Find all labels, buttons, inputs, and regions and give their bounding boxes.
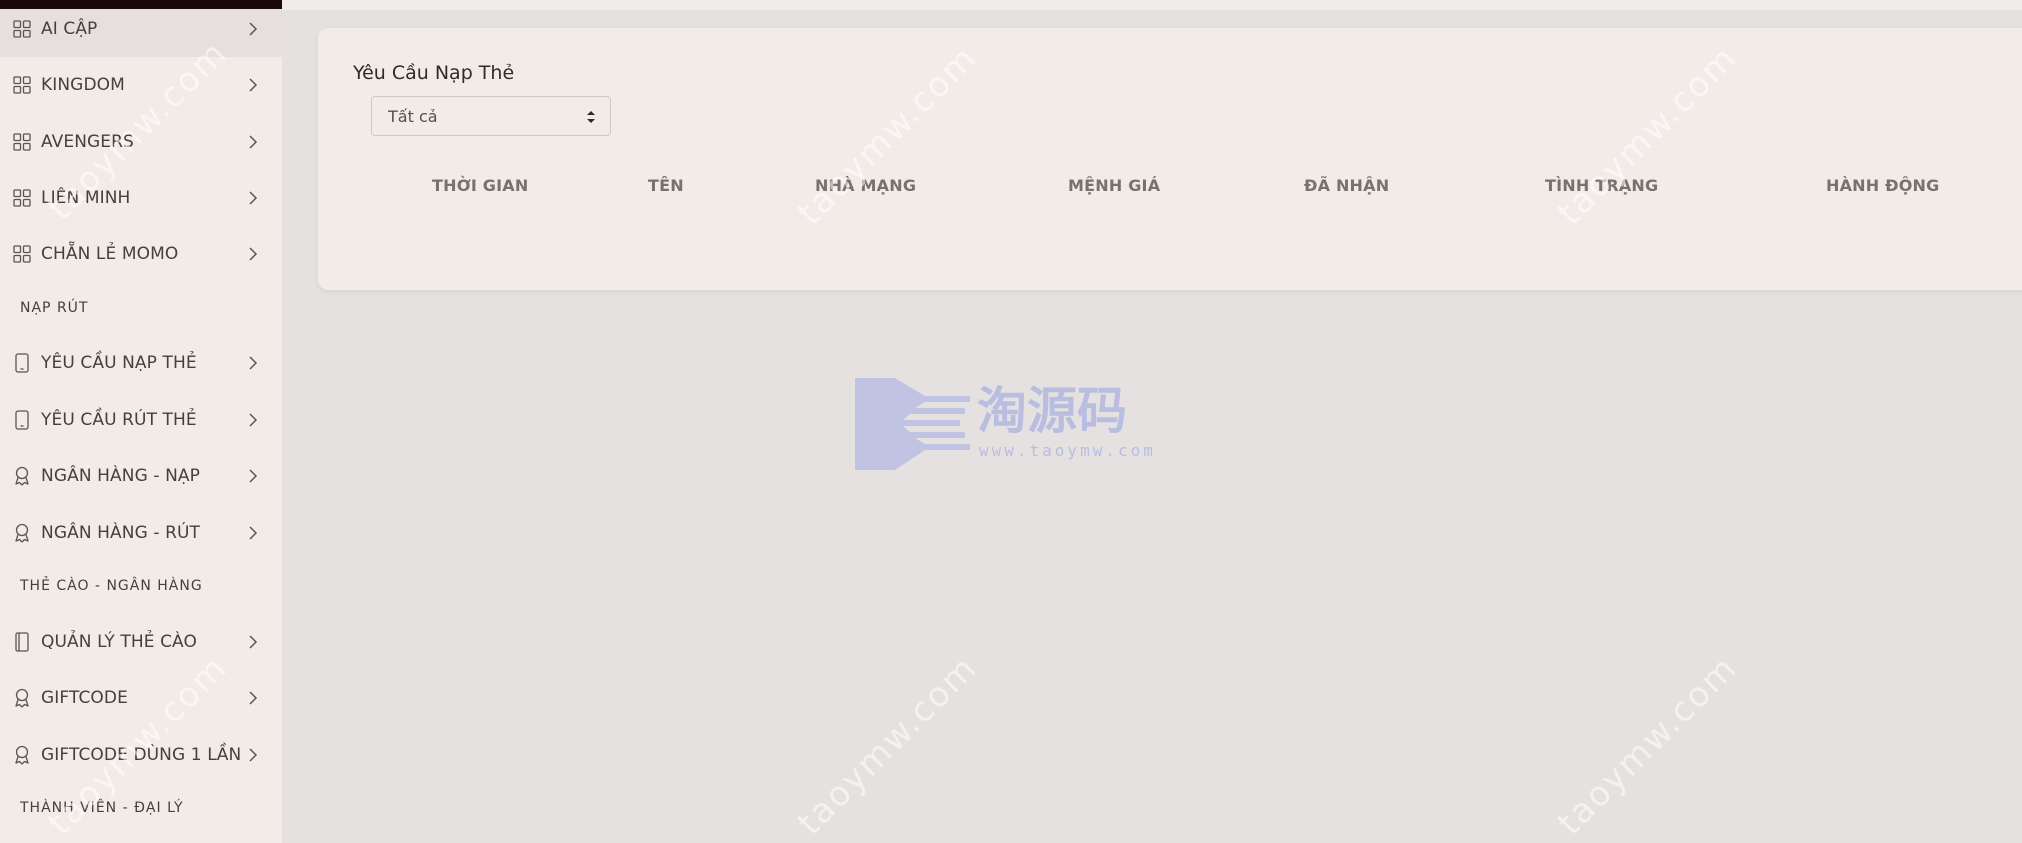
chevron-right-icon [246, 469, 260, 483]
section-heading-the-cao: THẺ CÀO - NGÂN HÀNG [20, 578, 203, 594]
chevron-right-icon [246, 135, 260, 149]
sidebar-item-label: KINGDOM [41, 75, 125, 95]
award-icon [12, 466, 32, 486]
column-header-ten: TÊN [648, 176, 684, 195]
award-icon [12, 688, 32, 708]
chevron-right-icon [246, 78, 260, 92]
status-filter-select[interactable]: Tất cả [371, 96, 611, 136]
sidebar-item-chan-le-momo[interactable]: CHẴN LẺ MOMO [0, 226, 282, 282]
sidebar-item-avengers[interactable]: AVENGERS [0, 114, 282, 170]
sidebar-item-label: YÊU CẦU NẠP THẺ [41, 353, 197, 373]
chevron-right-icon [246, 413, 260, 427]
grid-icon [12, 75, 32, 95]
watermark-logo: 淘源码 www.taoymw.com [855, 378, 1165, 473]
select-value: Tất cả [388, 107, 438, 126]
sidebar: AI CẬP KINGDOM AVENGERS LIÊN MINH CHẴN L… [0, 0, 282, 843]
sidebar-item-yeu-cau-nap-the[interactable]: YÊU CẦU NẠP THẺ [0, 335, 282, 391]
sidebar-item-label: GIFTCODE DÙNG 1 LẦN [41, 745, 242, 765]
sidebar-item-label: GIFTCODE [41, 688, 128, 708]
sidebar-item-ai-cap[interactable]: AI CẬP [0, 1, 282, 57]
watermark-text: taoymw.com [1550, 647, 1746, 843]
sidebar-item-label: NGÂN HÀNG - NẠP [41, 466, 200, 486]
sidebar-item-label: AVENGERS [41, 132, 134, 152]
sidebar-item-ngan-hang-rut[interactable]: NGÂN HÀNG - RÚT [0, 505, 282, 561]
watermark-logo-url: www.taoymw.com [979, 441, 1156, 460]
column-header-da-nhan: ĐÃ NHẬN [1304, 176, 1390, 195]
top-header-strip [282, 0, 2022, 10]
award-icon [12, 745, 32, 765]
chevron-right-icon [246, 748, 260, 762]
column-header-nha-mang: NHÀ MẠNG [815, 176, 917, 195]
book-icon [12, 632, 32, 652]
chevron-right-icon [246, 691, 260, 705]
column-header-menh-gia: MỆNH GIÁ [1068, 176, 1161, 195]
column-header-tinh-trang: TÌNH TRẠNG [1545, 176, 1659, 195]
chevron-right-icon [246, 635, 260, 649]
grid-icon [12, 132, 32, 152]
sidebar-item-label: CHẴN LẺ MOMO [41, 244, 179, 264]
chevron-right-icon [246, 191, 260, 205]
grid-icon [12, 19, 32, 39]
mobile-icon [12, 353, 32, 373]
sidebar-item-label: QUẢN LÝ THẺ CÀO [41, 632, 197, 652]
page-title: Yêu Cầu Nạp Thẻ [353, 62, 515, 84]
grid-icon [12, 244, 32, 264]
chevron-right-icon [246, 22, 260, 36]
award-icon [12, 523, 32, 543]
sort-arrows-icon [586, 109, 596, 125]
watermark-logo-chars: 淘源码 [977, 382, 1127, 440]
sidebar-item-ngan-hang-nap[interactable]: NGÂN HÀNG - NẠP [0, 448, 282, 504]
sidebar-item-quan-ly-the-cao[interactable]: QUẢN LÝ THẺ CÀO [0, 614, 282, 670]
sidebar-item-label: AI CẬP [41, 19, 98, 39]
sidebar-item-yeu-cau-rut-the[interactable]: YÊU CẦU RÚT THẺ [0, 392, 282, 448]
mobile-icon [12, 410, 32, 430]
column-header-hanh-dong: HÀNH ĐỘNG [1826, 176, 1940, 195]
sidebar-item-lien-minh[interactable]: LIÊN MINH [0, 170, 282, 226]
grid-icon [12, 188, 32, 208]
sidebar-item-label: NGÂN HÀNG - RÚT [41, 523, 201, 543]
sidebar-item-giftcode[interactable]: GIFTCODE [0, 670, 282, 726]
sidebar-item-kingdom[interactable]: KINGDOM [0, 57, 282, 113]
section-heading-thanh-vien: THÀNH VIÊN - ĐẠI LÝ [20, 800, 184, 816]
sidebar-item-giftcode-dung-1-lan[interactable]: GIFTCODE DÙNG 1 LẦN [0, 727, 282, 783]
chevron-right-icon [246, 247, 260, 261]
section-heading-nap-rut: NẠP RÚT [20, 300, 89, 316]
chevron-right-icon [246, 356, 260, 370]
chevron-right-icon [246, 526, 260, 540]
watermark-text: taoymw.com [790, 647, 986, 843]
sidebar-item-label: LIÊN MINH [41, 188, 131, 208]
sidebar-item-label: YÊU CẦU RÚT THẺ [41, 410, 197, 430]
column-header-thoi-gian: THỜI GIAN [432, 176, 529, 195]
nap-the-card: Yêu Cầu Nạp Thẻ Tất cả THỜI GIAN TÊN NHÀ… [318, 28, 2022, 290]
